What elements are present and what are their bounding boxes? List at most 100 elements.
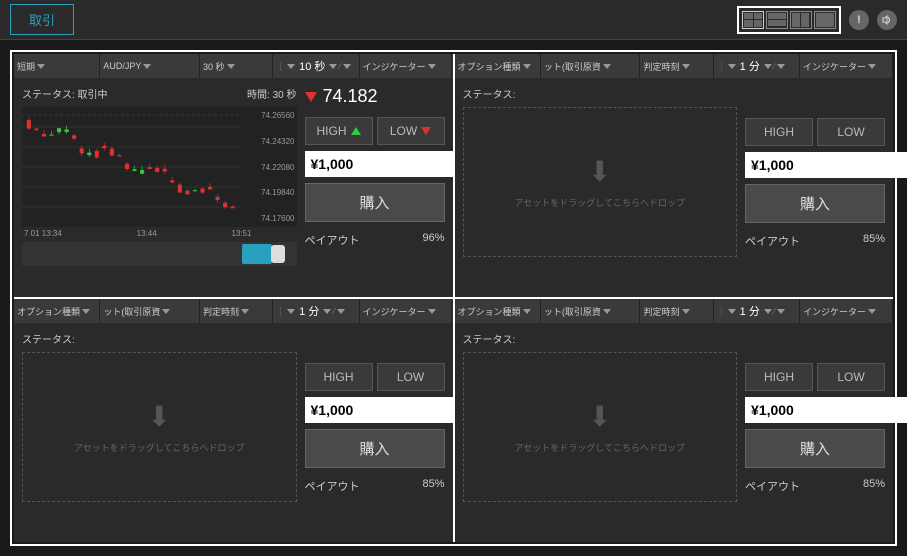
chevron-down-icon — [523, 64, 531, 69]
chevron-down-icon — [287, 309, 295, 314]
layout-switcher — [737, 6, 841, 34]
chevron-down-icon — [287, 64, 295, 69]
chevron-down-icon — [241, 309, 249, 314]
trade-panel: 短期 AUD/JPY 30 秒 ｜10 秒∕ インジケーターステータス: 取引中… — [14, 54, 453, 297]
chevron-down-icon — [764, 64, 772, 69]
option-type-select[interactable]: オプション種類 — [455, 54, 541, 78]
chevron-down-icon — [764, 309, 772, 314]
interval-select[interactable]: 30 秒 — [200, 54, 273, 78]
buy-button[interactable]: 購入 — [305, 183, 445, 222]
interval-select[interactable]: 判定時刻 — [200, 299, 273, 323]
indicator-select[interactable]: インジケーター — [360, 299, 453, 323]
panel-body: ステータス: ⬇アセットをドラッグしてこちらへドロップ HIGH LOW + − … — [455, 78, 894, 297]
time-control[interactable]: ｜1 分∕ — [714, 299, 800, 323]
asset-select[interactable]: ット(取引原資 — [100, 299, 200, 323]
x-axis-labels: 7 01 13:3413:4413:51 — [22, 227, 297, 238]
interval-select[interactable]: 判定時刻 — [640, 299, 713, 323]
chevron-down-icon — [323, 309, 331, 314]
asset-drop-zone[interactable]: ⬇ アセットをドラッグしてこちらへドロップ — [22, 352, 297, 502]
time-control[interactable]: ｜1 分∕ — [273, 299, 359, 323]
chevron-down-icon — [728, 64, 736, 69]
option-type-select[interactable]: オプション種類 — [455, 299, 541, 323]
status-label: ステータス: — [22, 331, 75, 346]
indicator-select[interactable]: インジケーター — [360, 54, 453, 78]
panel-header: オプション種類 ット(取引原資 判定時刻 ｜1 分∕ インジケーター — [455, 54, 894, 78]
time-control[interactable]: ｜1 分∕ — [714, 54, 800, 78]
panel-header: オプション種類 ット(取引原資 判定時刻 ｜1 分∕ インジケーター — [455, 299, 894, 323]
layout-list-icon[interactable] — [766, 11, 788, 29]
download-arrow-icon: ⬇ — [588, 400, 611, 433]
status-row: ステータス: 取引中 時間: 30 秒 — [22, 86, 297, 101]
chevron-down-icon — [868, 309, 876, 314]
chart-column: ステータス: 取引中 時間: 30 秒 74.2656074.2432074.22… — [22, 86, 297, 289]
status-row: ステータス: — [463, 86, 738, 101]
amount-input[interactable] — [745, 397, 907, 423]
option-type-select[interactable]: 短期 — [14, 54, 100, 78]
layout-single-icon[interactable] — [814, 11, 836, 29]
chart-column: ステータス: ⬇アセットをドラッグしてこちらへドロップ — [463, 86, 738, 289]
trade-controls: HIGH LOW + − 購入 ペイアウト85% — [305, 331, 445, 534]
top-right-controls: ! — [737, 6, 897, 34]
chevron-down-icon — [868, 64, 876, 69]
high-button[interactable]: HIGH — [305, 117, 373, 145]
time-control[interactable]: ｜10 秒∕ — [273, 54, 359, 78]
panel-body: ステータス:⬇アセットをドラッグしてこちらへドロップ HIGH LOW + − … — [455, 323, 894, 542]
info-icon[interactable]: ! — [849, 10, 869, 30]
chevron-down-icon — [777, 64, 785, 69]
trade-panel: オプション種類 ット(取引原資 判定時刻 ｜1 分∕ インジケーターステータス:… — [455, 54, 894, 297]
sound-icon[interactable] — [877, 10, 897, 30]
chevron-down-icon — [682, 309, 690, 314]
layout-cols-icon[interactable] — [790, 11, 812, 29]
buy-button[interactable]: 購入 — [745, 429, 885, 468]
asset-drop-zone[interactable]: ⬇アセットをドラッグしてこちらへドロップ — [463, 107, 738, 257]
buy-button[interactable]: 購入 — [745, 184, 885, 223]
chevron-down-icon — [428, 309, 436, 314]
chart-column: ステータス: ⬇ アセットをドラッグしてこちらへドロップ — [463, 331, 738, 534]
asset-select[interactable]: AUD/JPY — [100, 54, 200, 78]
buy-button[interactable]: 購入 — [305, 429, 445, 468]
low-button[interactable]: LOW — [817, 118, 885, 146]
payout-row: ペイアウト85% — [745, 233, 885, 249]
layout-grid-icon[interactable] — [742, 11, 764, 29]
chevron-down-icon — [329, 64, 337, 69]
asset-drop-zone[interactable]: ⬇ アセットをドラッグしてこちらへドロップ — [463, 352, 738, 502]
interval-select[interactable]: 判定時刻 — [640, 54, 713, 78]
chevron-down-icon — [728, 309, 736, 314]
price-chart[interactable]: 74.2656074.2432074.2208074.1984074.17600 — [22, 107, 297, 227]
low-button[interactable]: LOW — [377, 117, 445, 145]
current-price: 74.182 — [305, 86, 445, 107]
high-button[interactable]: HIGH — [305, 363, 373, 391]
chevron-down-icon — [777, 309, 785, 314]
payout-row: ペイアウト85% — [745, 478, 885, 494]
asset-select[interactable]: ット(取引原資 — [541, 299, 641, 323]
trade-tab[interactable]: 取引 — [10, 4, 74, 35]
panel-body: ステータス: 取引中 時間: 30 秒 74.2656074.2432074.22… — [14, 78, 453, 297]
status-label: ステータス: 取引中 — [22, 86, 108, 101]
high-button[interactable]: HIGH — [745, 363, 813, 391]
download-arrow-icon: ⬇ — [148, 400, 171, 433]
status-label: ステータス: — [463, 331, 516, 346]
high-button[interactable]: HIGH — [745, 118, 813, 146]
amount-input[interactable] — [745, 152, 907, 178]
option-type-select[interactable]: オプション種類 — [14, 299, 100, 323]
chevron-down-icon — [603, 64, 611, 69]
chevron-down-icon — [337, 309, 345, 314]
low-button[interactable]: LOW — [377, 363, 445, 391]
low-button[interactable]: LOW — [817, 363, 885, 391]
payout-row: ペイアウト85% — [305, 478, 445, 494]
drop-text: アセットをドラッグしてこちらへドロップ — [514, 196, 685, 209]
drop-text: アセットをドラッグしてこちらへドロップ — [514, 441, 685, 454]
payout-row: ペイアウト96% — [305, 232, 445, 248]
chevron-down-icon — [428, 64, 436, 69]
trade-controls: 74.182 HIGH LOW + − 購入 ペイアウト96% — [305, 86, 445, 289]
price-down-icon — [305, 92, 317, 102]
range-slider[interactable] — [22, 242, 297, 266]
chart-column: ステータス: ⬇ アセットをドラッグしてこちらへドロップ — [22, 331, 297, 534]
indicator-select[interactable]: インジケーター — [800, 54, 893, 78]
time-label: 時間: 30 秒 — [247, 86, 296, 101]
asset-select[interactable]: ット(取引原資 — [541, 54, 641, 78]
drop-text: アセットをドラッグしてこちらへドロップ — [74, 441, 245, 454]
trade-controls: HIGH LOW + − 購入 ペイアウト85% — [745, 86, 885, 289]
indicator-select[interactable]: インジケーター — [800, 299, 893, 323]
panel-header: 短期 AUD/JPY 30 秒 ｜10 秒∕ インジケーター — [14, 54, 453, 78]
